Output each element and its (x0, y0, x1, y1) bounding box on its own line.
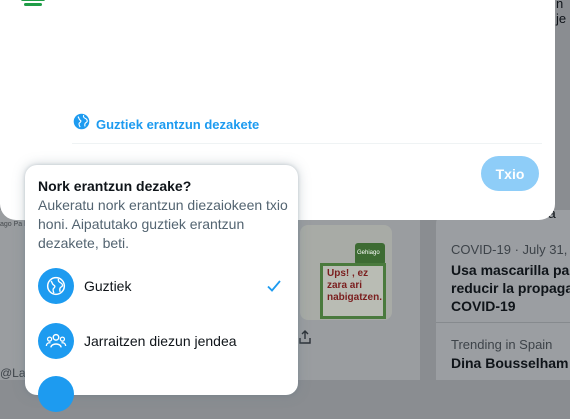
trend-context: COVID-19 · July 31, 2 (451, 242, 570, 257)
menu-description: Aukeratu nork erantzun diezaiokeen txio … (38, 197, 288, 251)
globe-icon (38, 268, 74, 304)
reply-setting-label: Guztiek erantzun dezakete (96, 116, 260, 132)
trend-title-line: reducir la propaga (451, 280, 570, 296)
option-label: Guztiek (84, 278, 132, 294)
reply-options-menu: Nork erantzun dezake? Aukeratu nork eran… (25, 165, 298, 412)
background-image-stamp: Ups! , ez zara ari nabigatzen. (320, 263, 386, 319)
trend-context: Trending in Spain (451, 337, 553, 352)
option-people-you-follow[interactable]: Jarraitzen diezun jendea (25, 316, 298, 366)
background-handle: @La (0, 366, 26, 380)
compose-divider (72, 143, 542, 144)
background-image-badge: Gehiago (355, 243, 385, 265)
people-icon (38, 323, 74, 359)
menu-title: Nork erantzun dezake? (38, 178, 192, 194)
background-top-right-text: n je (556, 0, 567, 26)
tweet-button[interactable]: Txio (481, 156, 539, 191)
background-tweet-image: Gehiago Ups! , ez zara ari nabigatzen. (300, 225, 392, 320)
trend-title-line: COVID-19 (451, 298, 516, 314)
at-icon (38, 376, 74, 412)
checkmark-icon (265, 277, 283, 295)
share-icon (298, 330, 312, 344)
reply-setting-button[interactable]: Guztiek erantzun dezakete (73, 113, 259, 135)
trend-title-line: Dina Bousselham (451, 355, 569, 371)
globe-icon (73, 113, 90, 135)
option-everyone[interactable]: Guztiek (25, 261, 298, 311)
option-label: Jarraitzen diezun jendea (84, 333, 237, 349)
trend-title-line: Usa mascarilla par (451, 262, 570, 278)
option-mentioned[interactable] (25, 369, 298, 419)
trends-divider (436, 322, 570, 323)
